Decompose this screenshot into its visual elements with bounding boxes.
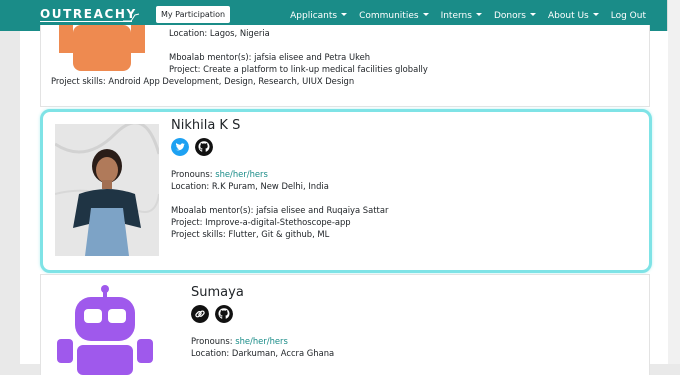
intern-card: Sumaya Pronouns: she/her/hers Location: …	[40, 274, 650, 375]
orange-robot-avatar	[59, 25, 145, 71]
nav-about-us[interactable]: About Us	[548, 11, 599, 21]
intern-card-highlighted: Nikhila K S Pronouns: she/her/hers Locat…	[40, 109, 652, 273]
nav-interns[interactable]: Interns	[441, 11, 482, 21]
location-text: Location: Darkuman, Accra Ghana	[191, 348, 335, 358]
caret-down-icon	[529, 12, 536, 16]
profile-photo	[55, 124, 159, 256]
location-text: Location: Lagos, Nigeria	[169, 28, 270, 38]
nav-applicants-label: Applicants	[290, 10, 338, 21]
location-text: Location: R.K Puram, New Delhi, India	[171, 181, 329, 191]
pronouns-label: Pronouns:	[191, 336, 233, 346]
mentors-text: Mboalab mentor(s): jafsia elisee and Pet…	[169, 52, 371, 62]
pronouns-link[interactable]: she/her/hers	[235, 336, 288, 346]
intern-details: Pronouns: she/her/hers Location: R.K Pur…	[171, 168, 388, 240]
nav-applicants[interactable]: Applicants	[290, 10, 348, 21]
intern-details: Pronouns: she/her/hers Location: Darkuma…	[191, 335, 334, 359]
skills-text: Project skills: Android App Development,…	[51, 76, 355, 86]
social-links	[171, 138, 213, 156]
github-icon[interactable]	[215, 305, 233, 323]
project-skills: Project skills: Android App Development,…	[51, 75, 354, 87]
project-text: Project: Improve-a-digital-Stethoscope-a…	[171, 217, 351, 227]
twitter-icon[interactable]	[171, 138, 189, 156]
intern-card: Location: Lagos, Nigeria Mboalab mentor(…	[40, 25, 650, 107]
skills-text: Project skills: Flutter, Git & github, M…	[171, 229, 330, 239]
nav-about-us-label: About Us	[547, 10, 589, 21]
caret-down-icon	[592, 12, 599, 16]
nav-log-out[interactable]: Log Out	[611, 11, 646, 21]
nav-communities[interactable]: Communities	[359, 11, 429, 21]
nav-donors[interactable]: Donors	[494, 11, 536, 21]
pronouns-label: Pronouns:	[171, 169, 213, 179]
social-links	[191, 305, 233, 323]
pronouns-row: Pronouns: she/her/hers	[191, 335, 334, 347]
nav-interns-label: Interns	[440, 10, 472, 21]
intern-list: Location: Lagos, Nigeria Mboalab mentor(…	[20, 25, 668, 375]
intern-name: Nikhila K S	[171, 118, 241, 133]
project-text: Project: Create a platform to link-up me…	[169, 64, 428, 74]
intern-details: Location: Lagos, Nigeria Mboalab mentor(…	[169, 27, 428, 75]
mentors-text: Mboalab mentor(s): jafsia elisee and Ruq…	[171, 205, 389, 215]
outreachy-logo[interactable]: OUTREACHY	[40, 5, 140, 25]
my-participation-button[interactable]: My Participation	[156, 6, 231, 23]
caret-down-icon	[475, 12, 482, 16]
caret-down-icon	[341, 12, 348, 16]
caret-down-icon	[422, 12, 429, 16]
nav-communities-label: Communities	[359, 10, 419, 21]
nav-donors-label: Donors	[493, 10, 526, 21]
pronouns-link[interactable]: she/her/hers	[215, 169, 268, 179]
purple-robot-avatar	[57, 285, 153, 375]
logo-underline	[40, 21, 132, 22]
pronouns-row: Pronouns: she/her/hers	[171, 168, 388, 180]
github-icon[interactable]	[195, 138, 213, 156]
logo-swoosh-icon	[123, 13, 140, 22]
link-icon[interactable]	[191, 305, 209, 323]
intern-name: Sumaya	[191, 285, 244, 300]
page-scrollbar[interactable]	[667, 0, 680, 364]
